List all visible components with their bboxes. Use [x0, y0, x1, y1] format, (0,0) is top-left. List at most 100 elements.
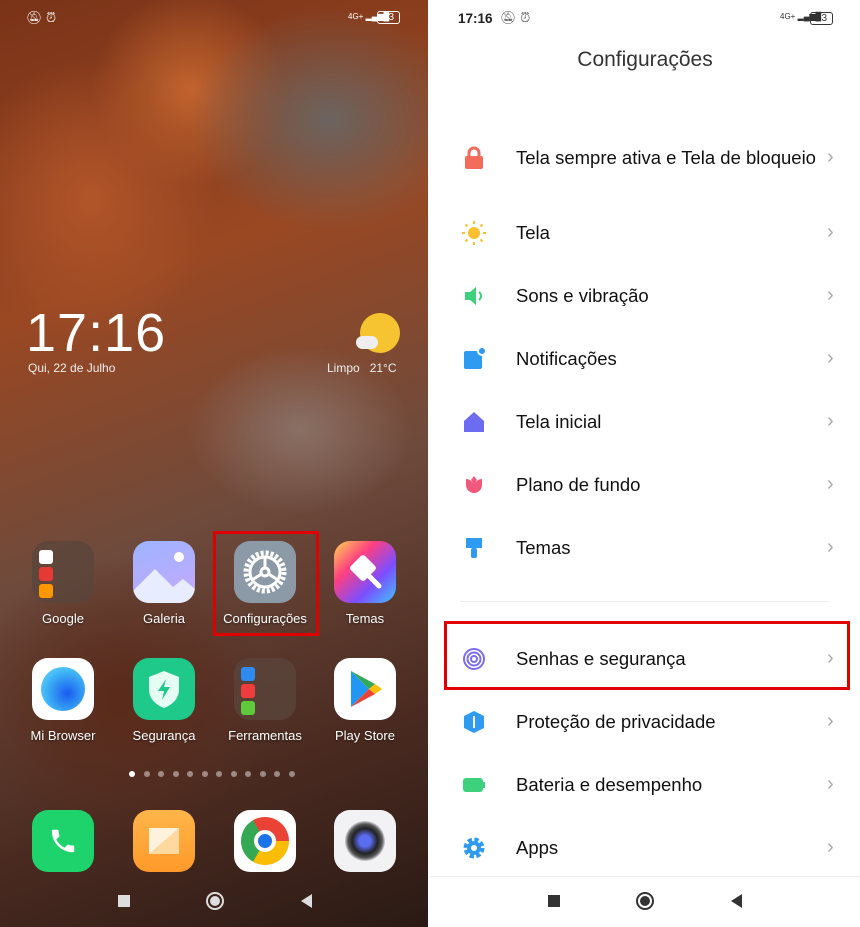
settings-item-label: Sons e vibração: [516, 285, 649, 306]
chevron-right-icon: ›: [827, 221, 834, 243]
network-type: 4G+: [780, 12, 796, 21]
home-button[interactable]: [636, 892, 655, 910]
app-label: Ferramentas: [228, 728, 302, 743]
divider: [460, 601, 830, 602]
home-icon: [462, 410, 486, 434]
brush-icon: [462, 536, 486, 560]
page-dot[interactable]: [158, 771, 164, 777]
settings-screen: 17:16 🔕︎ ⏰︎ 4G+ ▂▄▆█ 63 Configurações Te…: [430, 0, 860, 927]
home-button[interactable]: [206, 892, 225, 910]
chevron-right-icon: ›: [827, 473, 834, 495]
page-dot[interactable]: [201, 771, 208, 777]
settings-item-label: Temas: [516, 537, 571, 558]
cloud-icon: [356, 336, 378, 349]
settings-item-plano-de-fundo[interactable]: Plano de fundo ›: [430, 453, 860, 516]
app-label: Google: [42, 611, 84, 626]
dock-messages[interactable]: [114, 810, 214, 872]
app-seguranca[interactable]: Segurança: [114, 658, 214, 743]
page-dot[interactable]: [230, 771, 237, 777]
battery-icon: [462, 773, 486, 797]
settings-item-protecao-de-privacidade[interactable]: Proteção de privacidade ›: [430, 690, 860, 753]
page-dot[interactable]: [216, 771, 222, 777]
page-indicator[interactable]: [129, 771, 295, 777]
flower-icon: [462, 473, 486, 497]
app-temas[interactable]: Temas: [315, 541, 415, 626]
settings-item-sons-e-vibracao[interactable]: Sons e vibração ›: [430, 264, 860, 327]
weather-text[interactable]: Limpo 21°C: [327, 361, 397, 375]
security-shield-icon: [133, 658, 195, 720]
highlight-box: [213, 531, 319, 636]
dock-camera[interactable]: [315, 810, 415, 872]
settings-item-notificacoes[interactable]: Notificações ›: [430, 327, 860, 390]
chrome-icon: [234, 810, 296, 872]
privacy-icon: [462, 710, 486, 734]
chevron-right-icon: ›: [827, 773, 834, 795]
mute-alarm-icons: 🔕︎ ⏰︎: [500, 10, 531, 25]
lock-icon: [462, 146, 486, 170]
settings-item-label: Proteção de privacidade: [516, 711, 716, 732]
page-dot[interactable]: [274, 771, 280, 777]
settings-item-tela[interactable]: Tela ›: [430, 201, 860, 264]
settings-item-bateria-e-desempenho[interactable]: Bateria e desempenho ›: [430, 753, 860, 816]
messages-icon: [133, 810, 195, 872]
settings-item-label: Plano de fundo: [516, 474, 641, 495]
app-label: Temas: [345, 611, 385, 626]
battery-icon: 63: [377, 11, 401, 24]
gallery-icon: [133, 541, 195, 603]
app-label: Play Store: [335, 728, 395, 743]
page-dot[interactable]: [245, 771, 251, 777]
settings-item-label: Bateria e desempenho: [516, 774, 703, 795]
network-type: 4G+: [348, 12, 364, 21]
browser-icon: [32, 658, 94, 720]
page-dot[interactable]: [129, 771, 135, 777]
tools-folder-icon: [234, 658, 296, 720]
settings-item-tela-sempre-ativa-e-tela-de-bloqueio[interactable]: Tela sempre ativa e Tela de bloqueio ›: [430, 126, 860, 189]
page-dot[interactable]: [187, 771, 193, 777]
settings-item-apps[interactable]: Apps ›: [430, 816, 860, 879]
clock: 17:16: [26, 303, 167, 363]
notification-icon: [462, 346, 486, 371]
battery-level: 63: [816, 13, 828, 24]
mute-icon: 🔕︎: [26, 10, 43, 25]
camera-icon: [334, 810, 396, 872]
settings-item-label: Notificações: [516, 348, 617, 369]
page-dot[interactable]: [288, 771, 295, 777]
navigation-bar: [510, 888, 780, 914]
speaker-icon: [462, 284, 486, 308]
settings-item-temas[interactable]: Temas ›: [430, 516, 860, 579]
app-play-store[interactable]: Play Store: [315, 658, 415, 743]
settings-item-label: Tela inicial: [516, 411, 602, 432]
chevron-right-icon: ›: [827, 146, 834, 168]
google-folder-icon: [32, 541, 94, 603]
nav-divider: [430, 876, 860, 877]
app-mi-browser[interactable]: Mi Browser: [13, 658, 113, 743]
page-dot[interactable]: [143, 771, 150, 777]
chevron-right-icon: ›: [827, 836, 834, 858]
phone-icon: [32, 810, 94, 872]
dock-phone[interactable]: [13, 810, 113, 872]
chevron-right-icon: ›: [827, 347, 834, 369]
dock-chrome[interactable]: [215, 810, 315, 872]
chevron-right-icon: ›: [827, 710, 834, 732]
play-store-icon: [334, 658, 396, 720]
app-label: Galeria: [143, 611, 185, 626]
app-google[interactable]: Google: [13, 541, 113, 626]
settings-item-label: Apps: [516, 837, 559, 858]
navigation-bar: [80, 888, 350, 914]
app-galeria[interactable]: Galeria: [114, 541, 214, 626]
sun-icon: [462, 220, 486, 245]
page-dot[interactable]: [259, 771, 266, 777]
back-button[interactable]: [730, 894, 742, 908]
page-dot[interactable]: [172, 771, 179, 777]
recents-button[interactable]: [548, 895, 561, 907]
settings-item-tela-inicial[interactable]: Tela inicial ›: [430, 390, 860, 453]
gear-icon: [462, 836, 486, 860]
recents-button[interactable]: [118, 895, 131, 907]
back-button[interactable]: [300, 894, 312, 908]
themes-brush-icon: [334, 541, 396, 603]
chevron-right-icon: ›: [827, 284, 834, 306]
chevron-right-icon: ›: [827, 410, 834, 432]
weather-condition: Limpo: [327, 361, 360, 375]
app-ferramentas[interactable]: Ferramentas: [215, 658, 315, 743]
date: Qui, 22 de Julho: [28, 361, 116, 375]
